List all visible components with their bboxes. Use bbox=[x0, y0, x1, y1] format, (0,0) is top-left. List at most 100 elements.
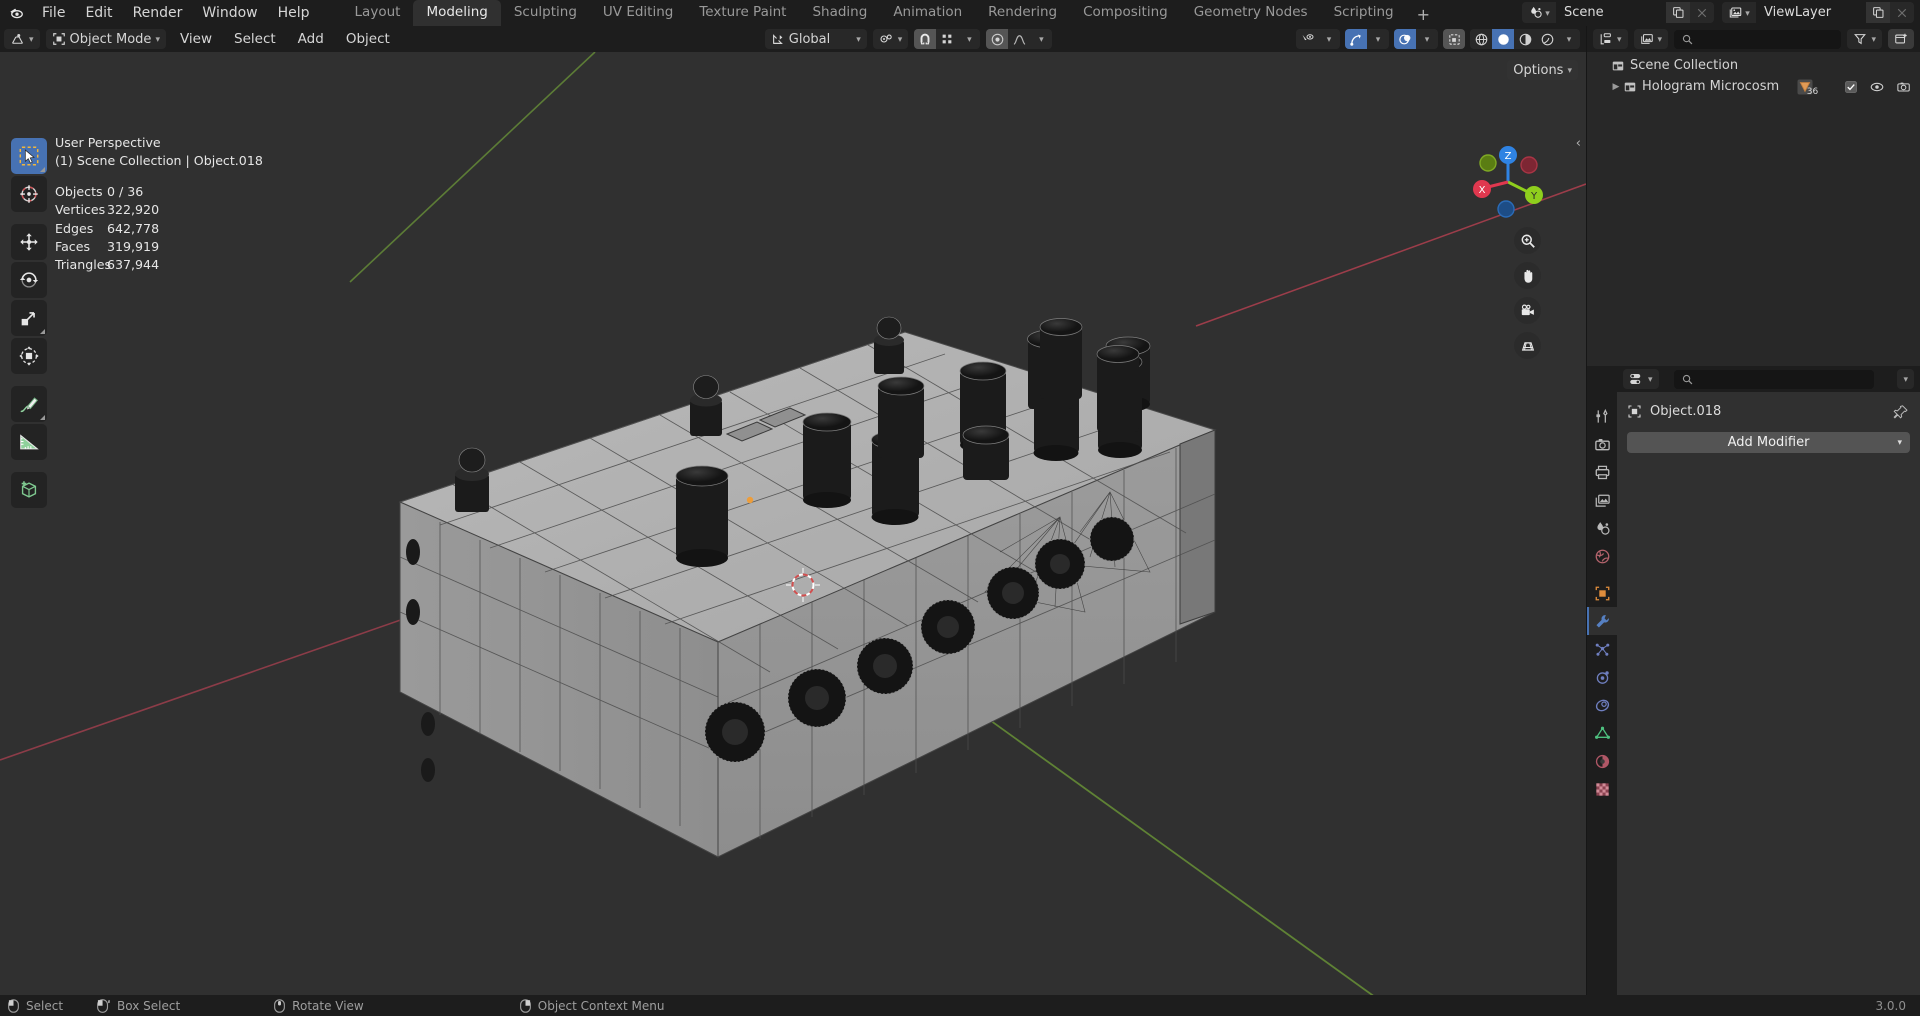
properties-search-input[interactable] bbox=[1673, 369, 1874, 389]
outliner-row-hologram-microcosm[interactable]: ▶ Hologram Microcosm 36 bbox=[1587, 76, 1920, 97]
scale-tool[interactable] bbox=[11, 300, 47, 336]
gizmo-chevron-down-icon[interactable]: ▾ bbox=[1367, 29, 1389, 49]
viewlayer-selector[interactable]: ▾ ViewLayer bbox=[1722, 2, 1914, 23]
falloff-chevron-down-icon[interactable]: ▾ bbox=[1030, 29, 1053, 49]
properties-tab-constraints[interactable] bbox=[1587, 691, 1617, 719]
outliner-row-scene-collection[interactable]: Scene Collection bbox=[1587, 55, 1920, 76]
properties-tab-particles[interactable] bbox=[1587, 635, 1617, 663]
object-mode-selector[interactable]: Object Mode ▾ bbox=[45, 29, 166, 49]
menu-help[interactable]: Help bbox=[268, 2, 320, 24]
remove-viewlayer-button[interactable] bbox=[1890, 2, 1914, 23]
properties-editor-type-selector[interactable]: ▾ bbox=[1623, 369, 1659, 389]
scene-name[interactable]: Scene bbox=[1556, 2, 1666, 23]
snap-options-icon[interactable] bbox=[936, 29, 959, 49]
show-overlays-icon[interactable] bbox=[1394, 29, 1416, 49]
properties-tab-physics[interactable] bbox=[1587, 663, 1617, 691]
scene-selector[interactable]: ▾ Scene bbox=[1522, 2, 1714, 23]
menu-edit[interactable]: Edit bbox=[75, 2, 122, 24]
eye-icon[interactable] bbox=[1870, 81, 1884, 93]
viewport-menu-view[interactable]: View bbox=[172, 29, 220, 49]
annotate-tool[interactable] bbox=[11, 386, 47, 422]
wireframe-shading-icon[interactable] bbox=[1470, 29, 1492, 49]
ortho-persp-icon[interactable] bbox=[1514, 332, 1541, 359]
properties-tab-output[interactable] bbox=[1587, 458, 1617, 486]
solid-shading-icon[interactable] bbox=[1492, 29, 1514, 49]
properties-tab-world[interactable] bbox=[1587, 542, 1617, 570]
mesh-data-badge[interactable]: 36 bbox=[1797, 79, 1818, 97]
viewport-3d-canvas[interactable]: User Perspective (1) Scene Collection | … bbox=[0, 52, 1586, 995]
editor-type-selector[interactable]: ▾ bbox=[4, 29, 40, 49]
overlays-chevron-down-icon[interactable]: ▾ bbox=[1416, 29, 1438, 49]
xray-group[interactable] bbox=[1443, 29, 1465, 49]
workspace-tab-sculpting[interactable]: Sculpting bbox=[501, 0, 590, 26]
pivot-point-selector[interactable]: ▾ bbox=[872, 29, 909, 49]
menu-render[interactable]: Render bbox=[123, 2, 193, 24]
viewport-menu-add[interactable]: Add bbox=[290, 29, 332, 49]
zoom-icon[interactable] bbox=[1514, 227, 1541, 254]
tweak-select-box-tool[interactable] bbox=[11, 138, 47, 174]
overlays-group[interactable]: ▾ bbox=[1394, 29, 1438, 49]
new-collection-button[interactable] bbox=[1888, 29, 1914, 49]
visibility-chevron-down-icon[interactable]: ▾ bbox=[1318, 29, 1340, 49]
outliner-display-mode-selector[interactable]: ▾ bbox=[1593, 29, 1628, 49]
new-scene-button[interactable] bbox=[1666, 2, 1690, 23]
outliner-search-input[interactable] bbox=[1674, 29, 1842, 49]
properties-tab-modifier[interactable] bbox=[1587, 607, 1617, 635]
workspace-tab-scripting[interactable]: Scripting bbox=[1321, 0, 1407, 26]
workspace-tab-compositing[interactable]: Compositing bbox=[1070, 0, 1181, 26]
add-modifier-button[interactable]: Add Modifier ▾ bbox=[1627, 432, 1910, 453]
pin-icon[interactable] bbox=[1893, 404, 1908, 419]
workspace-tab-modeling[interactable]: Modeling bbox=[413, 0, 501, 26]
viewlayer-icon[interactable]: ▾ bbox=[1722, 2, 1756, 23]
add-cube-tool[interactable] bbox=[11, 472, 47, 508]
shading-chevron-down-icon[interactable]: ▾ bbox=[1558, 29, 1580, 49]
workspace-tab-rendering[interactable]: Rendering bbox=[975, 0, 1070, 26]
properties-tab-scene[interactable] bbox=[1587, 514, 1617, 542]
gizmo-group[interactable]: ▾ bbox=[1345, 29, 1389, 49]
viewlayer-name[interactable]: ViewLayer bbox=[1756, 2, 1866, 23]
properties-options-chevron-icon[interactable]: ▾ bbox=[1897, 369, 1914, 389]
navigation-gizmo[interactable]: Z Y X bbox=[1466, 140, 1550, 224]
proportional-edit-group[interactable]: ▾ bbox=[986, 29, 1053, 49]
material-shading-icon[interactable] bbox=[1514, 29, 1536, 49]
unlink-scene-button[interactable] bbox=[1690, 2, 1714, 23]
rendered-shading-icon[interactable] bbox=[1536, 29, 1558, 49]
workspace-tab-shading[interactable]: Shading bbox=[799, 0, 880, 26]
viewport-menu-select[interactable]: Select bbox=[226, 29, 284, 49]
viewport-options-button[interactable]: Options ▾ bbox=[1507, 60, 1578, 80]
object-visibility-icon[interactable] bbox=[1296, 29, 1318, 49]
show-gizmo-icon[interactable] bbox=[1345, 29, 1367, 49]
viewport-menu-object[interactable]: Object bbox=[338, 29, 398, 49]
properties-tab-render[interactable] bbox=[1587, 430, 1617, 458]
snap-group[interactable]: ▾ bbox=[914, 29, 981, 49]
shading-mode-group[interactable]: ▾ bbox=[1470, 29, 1580, 49]
blender-logo-icon[interactable] bbox=[6, 2, 28, 24]
transform-tool[interactable] bbox=[11, 338, 47, 374]
pan-hand-icon[interactable] bbox=[1514, 262, 1541, 289]
transform-orientation-selector[interactable]: Global ▾ bbox=[764, 29, 867, 49]
workspace-tab-uv-editing[interactable]: UV Editing bbox=[590, 0, 686, 26]
sidebar-collapse-arrow-icon[interactable]: ‹ bbox=[1576, 136, 1581, 151]
camera-icon[interactable] bbox=[1514, 297, 1541, 324]
disclosure-triangle-icon[interactable]: ▶ bbox=[1609, 82, 1623, 92]
measure-tool[interactable] bbox=[11, 424, 47, 460]
checkbox-selectable[interactable] bbox=[1845, 80, 1857, 93]
properties-tab-viewlayer[interactable] bbox=[1587, 486, 1617, 514]
falloff-icon[interactable] bbox=[1008, 29, 1031, 49]
proportional-edit-icon[interactable] bbox=[986, 29, 1009, 49]
properties-tab-object[interactable] bbox=[1587, 579, 1617, 607]
menu-window[interactable]: Window bbox=[192, 2, 267, 24]
workspace-tab-animation[interactable]: Animation bbox=[880, 0, 975, 26]
camera-render-icon[interactable] bbox=[1897, 81, 1911, 93]
properties-tab-material[interactable] bbox=[1587, 747, 1617, 775]
properties-tab-tool[interactable] bbox=[1587, 402, 1617, 430]
move-tool[interactable] bbox=[11, 224, 47, 260]
add-workspace-button[interactable]: + bbox=[1407, 3, 1440, 26]
menu-file[interactable]: File bbox=[32, 2, 75, 24]
cursor-tool[interactable] bbox=[11, 176, 47, 212]
properties-tab-texture[interactable] bbox=[1587, 775, 1617, 803]
workspace-tab-geometry-nodes[interactable]: Geometry Nodes bbox=[1181, 0, 1321, 26]
outliner-filter-button[interactable]: ▾ bbox=[1847, 29, 1882, 49]
outliner-filter-id-selector[interactable]: ▾ bbox=[1633, 29, 1669, 49]
toggle-xray-icon[interactable] bbox=[1443, 29, 1465, 49]
